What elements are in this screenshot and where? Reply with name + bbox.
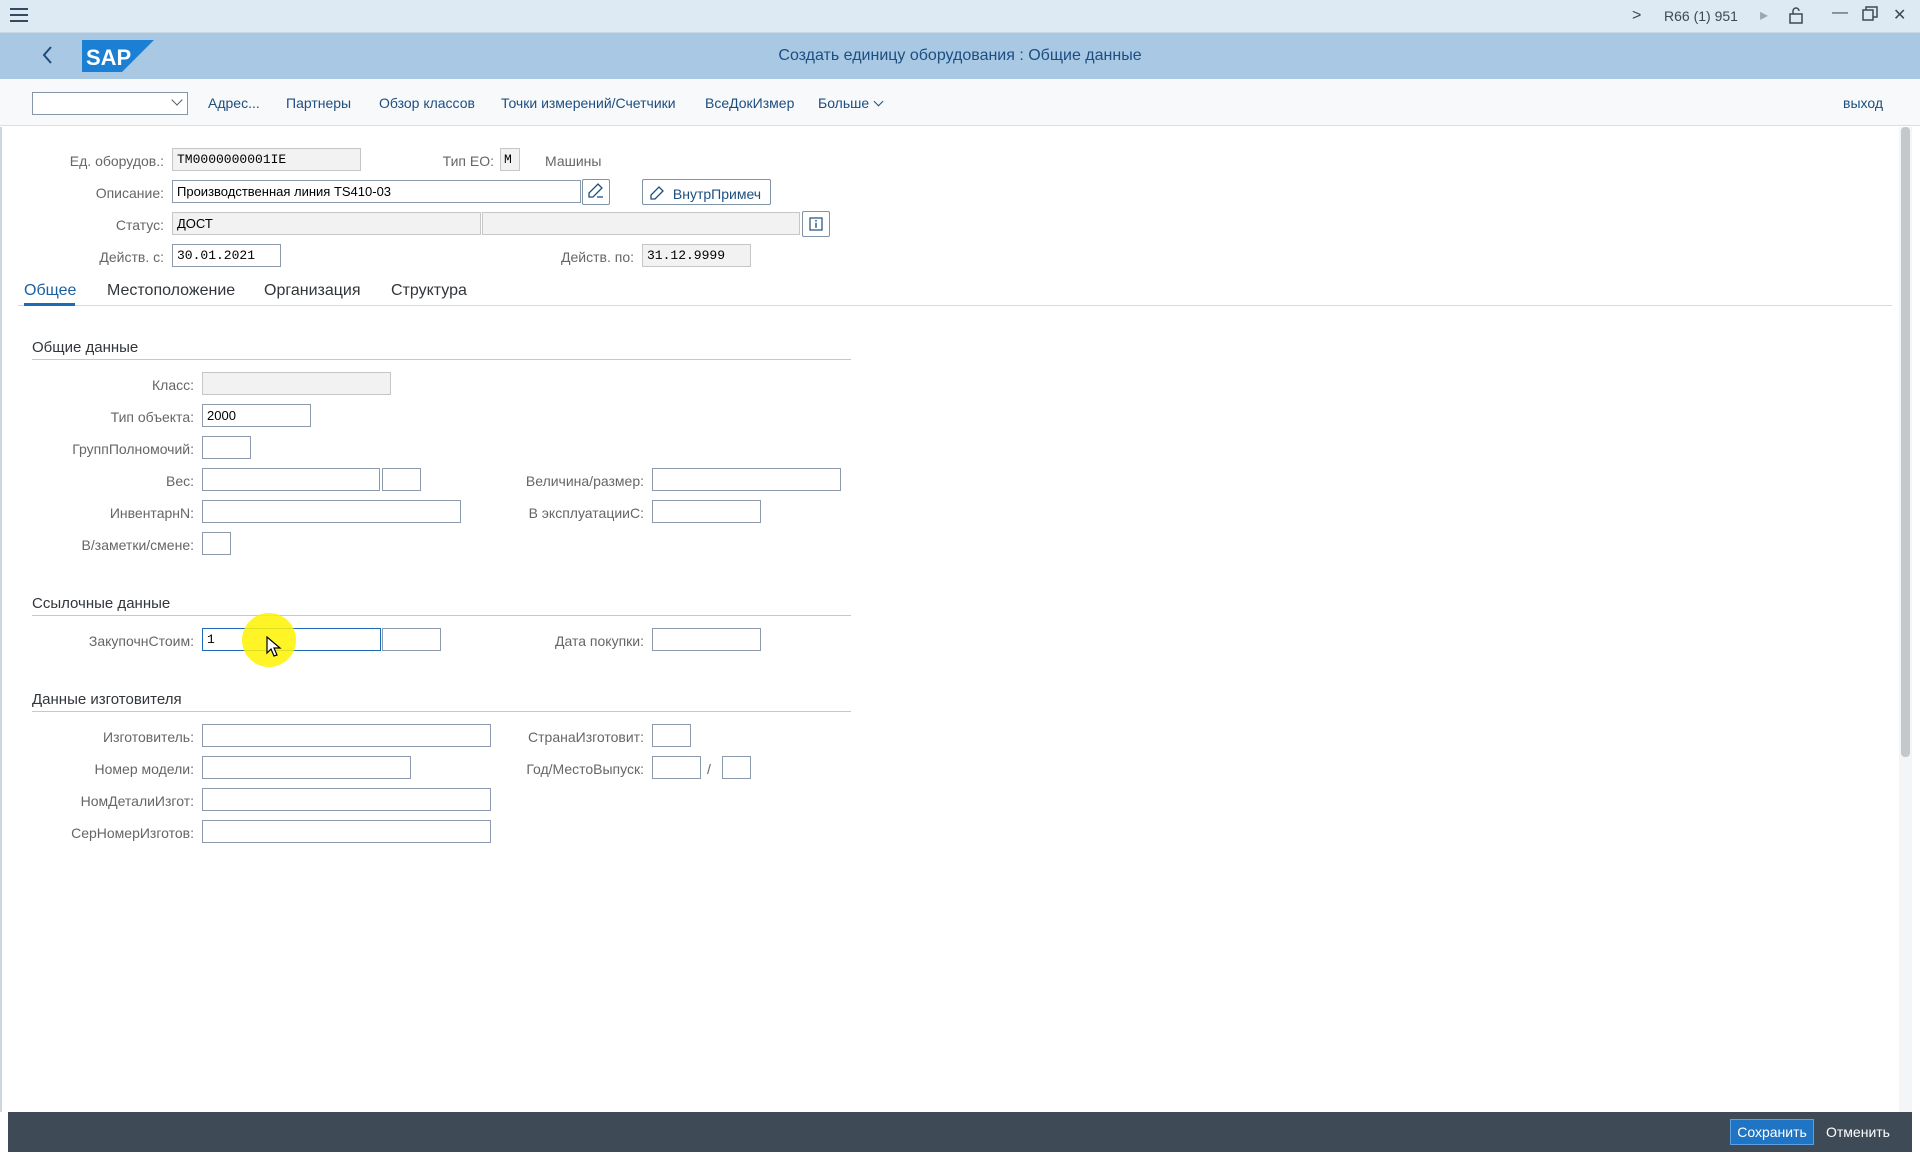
acq-date-field[interactable]: [652, 628, 761, 651]
command-dropdown[interactable]: [32, 92, 188, 115]
weight-field[interactable]: [202, 468, 380, 491]
section-divider: [32, 615, 851, 616]
description-label: Описание:: [95, 185, 164, 201]
model-label: Номер модели:: [94, 761, 194, 777]
scrollbar-thumb[interactable]: [1901, 127, 1910, 757]
year-label: Год/МестоВыпуск:: [526, 761, 644, 777]
mouse-pointer-icon: [266, 635, 282, 658]
maximize-icon[interactable]: [1862, 6, 1878, 27]
toolbar-button-address[interactable]: Адрес...: [208, 95, 260, 111]
auth-group-field[interactable]: [202, 436, 251, 459]
status-field[interactable]: ДОСТ: [172, 212, 481, 235]
status-info-button[interactable]: [802, 211, 830, 237]
tab-active-indicator: [24, 303, 75, 306]
eo-type-field[interactable]: M: [500, 148, 520, 171]
page-title: Создать единицу оборудования : Общие дан…: [778, 47, 1142, 64]
shift-note-label: В/заметки/смене:: [81, 537, 194, 553]
inventory-label: ИнвентарнN:: [109, 505, 194, 521]
size-label: Величина/размер:: [525, 473, 644, 489]
cancel-button[interactable]: Отменить: [1826, 1124, 1890, 1140]
size-field[interactable]: [652, 468, 841, 491]
class-label: Класс:: [152, 377, 194, 393]
next-icon[interactable]: >: [1632, 7, 1641, 25]
status-label: Статус:: [115, 217, 164, 233]
lock-icon[interactable]: [1789, 7, 1803, 29]
startup-label: В эксплуатацииС:: [528, 505, 644, 521]
object-type-field[interactable]: 2000: [202, 404, 311, 427]
class-field[interactable]: [202, 372, 391, 395]
equipment-field[interactable]: TM0000000001IE: [172, 148, 361, 171]
country-field[interactable]: [652, 724, 691, 747]
part-label: НомДеталиИзгот:: [80, 793, 194, 809]
system-bar: > R66 (1) 951 ▸ — ✕: [0, 0, 1920, 33]
eo-type-label: Тип ЕО:: [442, 153, 494, 169]
eo-type-text: Машины: [545, 153, 602, 169]
play-icon[interactable]: ▸: [1760, 7, 1768, 25]
description-field[interactable]: Производственная линия TS410-03: [172, 180, 581, 203]
menu-icon[interactable]: [10, 8, 28, 22]
tab-organization[interactable]: Организация: [264, 282, 361, 300]
acq-currency-field[interactable]: [382, 628, 441, 651]
valid-to-label: Действ. по:: [561, 249, 634, 265]
toolbar-button-partners[interactable]: Партнеры: [286, 95, 351, 111]
valid-from-label: Действ. с:: [99, 249, 164, 265]
toolbar-button-all-measurement-docs[interactable]: ВсеДокИзмер: [705, 95, 794, 111]
toolbar-button-class-overview[interactable]: Обзор классов: [379, 95, 475, 111]
serial-label: СерНомерИзготов:: [71, 825, 194, 841]
left-border: [0, 127, 2, 1112]
manufacturer-label: Изготовитель:: [103, 729, 194, 745]
footer-bar: [8, 1112, 1912, 1152]
tab-strip-line: [18, 305, 1892, 306]
serial-number-field[interactable]: [202, 820, 491, 843]
auth-group-label: ГруппПолномочий:: [72, 441, 194, 457]
chevron-down-icon: [873, 96, 884, 107]
valid-to-field[interactable]: 31.12.9999: [642, 244, 751, 267]
info-icon: [809, 217, 823, 231]
tab-location[interactable]: Местоположение: [107, 282, 235, 300]
general-section-title: Общие данные: [32, 339, 139, 356]
tab-general[interactable]: Общее: [24, 282, 76, 300]
inventory-field[interactable]: [202, 500, 461, 523]
weight-unit-field[interactable]: [382, 468, 421, 491]
year-field[interactable]: [652, 756, 701, 779]
status-field-2[interactable]: [482, 212, 800, 235]
month-field[interactable]: [722, 756, 751, 779]
toolbar-button-measuring-points[interactable]: Точки измерений/Счетчики: [501, 95, 676, 111]
valid-from-field[interactable]: 30.01.2021: [172, 244, 281, 267]
startup-date-field[interactable]: [652, 500, 761, 523]
section-divider: [32, 711, 851, 712]
toolbar-button-more[interactable]: Больше: [818, 95, 884, 111]
model-field[interactable]: [202, 756, 411, 779]
part-number-field[interactable]: [202, 788, 491, 811]
reference-section-title: Ссылочные данные: [32, 595, 171, 612]
tab-structure[interactable]: Структура: [391, 282, 467, 300]
country-label: СтранаИзготовит:: [528, 729, 644, 745]
edit-icon: [588, 183, 603, 198]
minimize-icon[interactable]: —: [1832, 4, 1848, 22]
object-type-label: Тип объекта:: [110, 409, 194, 425]
session-info: R66 (1) 951: [1664, 8, 1738, 24]
acq-value-label: ЗакупочнСтоим:: [88, 633, 194, 649]
internal-note-button[interactable]: ВнутрПримеч: [642, 179, 771, 205]
manufacturer-section-title: Данные изготовителя: [32, 691, 182, 708]
chevron-down-icon: [171, 94, 183, 106]
year-separator: /: [707, 761, 711, 777]
exit-button[interactable]: выход: [1843, 95, 1883, 111]
manufacturer-field[interactable]: [202, 724, 491, 747]
shift-note-field[interactable]: [202, 532, 231, 555]
section-divider: [32, 359, 851, 360]
weight-label: Вес:: [165, 473, 194, 489]
equipment-label: Ед. оборудов.:: [69, 153, 164, 169]
acq-date-label: Дата покупки:: [555, 633, 644, 649]
long-text-button[interactable]: [582, 179, 610, 205]
close-icon[interactable]: ✕: [1893, 7, 1906, 25]
save-button[interactable]: Сохранить: [1730, 1119, 1814, 1145]
edit-icon: [650, 186, 664, 200]
